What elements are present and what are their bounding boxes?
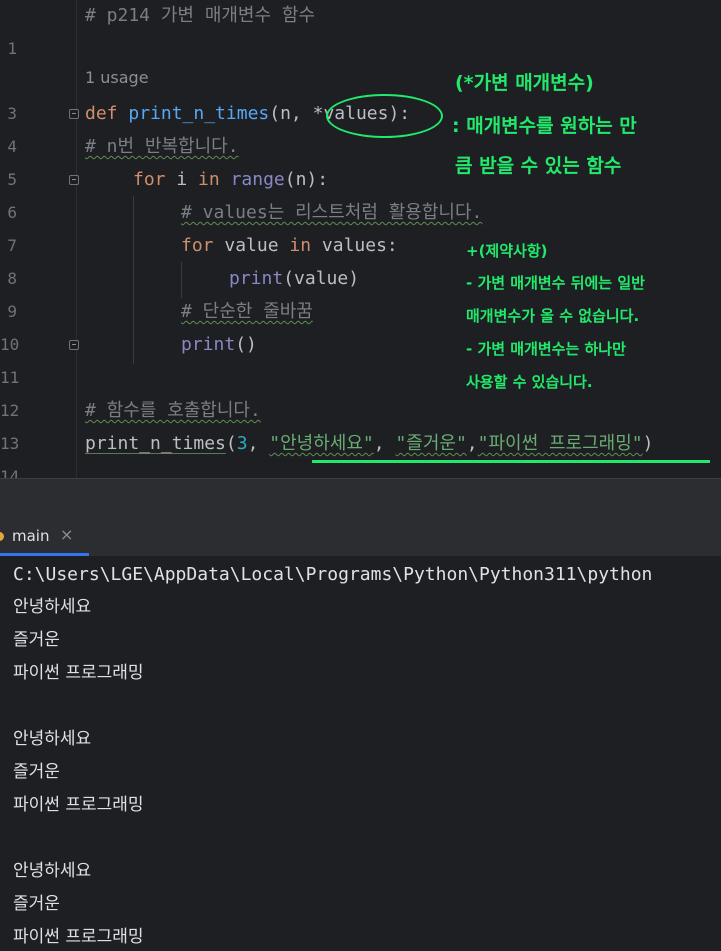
console-line: 파이썬 프로그래밍 — [13, 663, 144, 683]
indent-guide — [181, 262, 182, 298]
print-args: (value) — [283, 268, 360, 289]
code-line: for i in range(n): — [133, 163, 328, 196]
highlight-underline — [312, 460, 710, 463]
keyword-in: in — [198, 169, 220, 190]
console-command: C:\Users\LGE\AppData\Local\Programs\Pyth… — [13, 564, 653, 585]
keyword-def: def — [85, 103, 118, 124]
loop-var: i — [165, 169, 199, 190]
tab-label: main — [12, 527, 50, 545]
number-arg: 3 — [236, 433, 248, 454]
line-number-gutter: 1 3 4 5 6 7 8 9 10 11 12 13 14 — [0, 0, 77, 478]
console-line: 파이썬 프로그래밍 — [13, 795, 144, 815]
console-line: 즐거운 — [13, 762, 60, 782]
line-number: 14 — [0, 467, 20, 478]
keyword-for: for — [133, 169, 166, 190]
usage-hint[interactable]: 1 usage — [85, 68, 149, 87]
call-open: ( — [225, 433, 237, 454]
tab-main[interactable]: main × — [0, 518, 89, 556]
function-call: print_n_times — [85, 433, 226, 454]
fold-toggle-icon[interactable] — [69, 175, 79, 185]
comment: # 함수를 호출합니다. — [85, 400, 261, 421]
print-args: () — [235, 334, 257, 355]
line-number: 6 — [7, 203, 17, 222]
code-line: print() — [181, 328, 257, 361]
line-number: 1 — [7, 39, 17, 58]
annotation-desc: : 매개변수를 원하는 만 — [452, 115, 637, 137]
params-open: (n, — [269, 103, 313, 124]
loop-var: value — [213, 235, 290, 256]
code-line: # p214 가변 매개변수 함수 — [85, 0, 315, 32]
keyword-for: for — [181, 235, 214, 256]
annotation-constraint: 매개변수가 올 수 없습니다. — [466, 307, 640, 325]
panel-separator — [0, 478, 721, 519]
line-number: 10 — [0, 335, 20, 354]
annotation-constraint-title: +(제약사항) — [466, 242, 548, 260]
builtin-print: print — [181, 334, 236, 355]
line-number: 3 — [7, 104, 17, 123]
separator: , — [247, 433, 270, 454]
annotation-desc: 큼 받을 수 있는 함수 — [455, 155, 622, 177]
code-line: # 단순한 줄바꿈 — [181, 295, 313, 328]
comment: # p214 가변 매개변수 함수 — [85, 5, 316, 26]
code-line: # 함수를 호출합니다. — [85, 394, 261, 427]
console-line: 안녕하세요 — [13, 597, 92, 617]
fold-toggle-icon[interactable] — [69, 340, 79, 350]
loop-iterable: values: — [311, 235, 398, 256]
code-editor[interactable]: 1 3 4 5 6 7 8 9 10 11 12 13 14 # p214 가변… — [0, 0, 721, 478]
annotation-title: (*가변 매개변수) — [455, 72, 594, 94]
string-arg: "안녕하세요" — [269, 433, 374, 454]
string-arg: "즐거운" — [395, 433, 467, 454]
line-number — [0, 0, 17, 32]
builtin-range: range — [230, 169, 285, 190]
line-number: 9 — [7, 302, 17, 321]
builtin-print: print — [229, 268, 284, 289]
code-line: # values는 리스트처럼 활용합니다. — [181, 196, 482, 229]
annotation-constraint: 사용할 수 있습니다. — [466, 373, 593, 391]
close-icon[interactable]: × — [60, 525, 73, 544]
console-line: 즐거운 — [13, 894, 60, 914]
console-line: 파이썬 프로그래밍 — [13, 927, 144, 947]
console-line: 안녕하세요 — [13, 861, 92, 881]
line-number: 12 — [0, 401, 20, 420]
function-name: print_n_times — [128, 103, 270, 124]
annotation-constraint: - 가변 매개변수는 하나만 — [466, 340, 626, 358]
run-config-icon — [0, 532, 4, 541]
code-line: # n번 반복합니다. — [85, 130, 239, 163]
indent-guide — [133, 196, 134, 364]
run-tool-window-header: main × — [0, 518, 721, 557]
code-line: for value in values: — [181, 229, 398, 262]
console-line: 즐거운 — [13, 630, 60, 650]
range-args: (n): — [284, 169, 329, 190]
active-tab-indicator — [0, 553, 89, 556]
separator: , — [466, 433, 478, 454]
code-line: print_n_times(3, "안녕하세요", "즐거운","파이썬 프로그… — [85, 427, 653, 460]
comment: # 단순한 줄바꿈 — [181, 301, 313, 322]
separator: , — [373, 433, 396, 454]
line-number: 7 — [7, 236, 17, 255]
line-number: 8 — [7, 269, 17, 288]
comment: # n번 반복합니다. — [85, 136, 239, 157]
comment: # values는 리스트처럼 활용합니다. — [181, 202, 483, 223]
line-number: 5 — [7, 170, 17, 189]
string-arg: "파이썬 프로그래밍" — [477, 433, 643, 454]
run-console[interactable]: C:\Users\LGE\AppData\Local\Programs\Pyth… — [0, 557, 721, 951]
line-number: 11 — [0, 368, 20, 387]
highlight-ellipse — [326, 94, 443, 138]
keyword-in: in — [289, 235, 312, 256]
line-number: 4 — [7, 137, 17, 156]
annotation-constraint: - 가변 매개변수 뒤에는 일반 — [466, 274, 645, 292]
call-close: ) — [642, 433, 654, 454]
code-line: print(value) — [229, 262, 359, 295]
fold-toggle-icon[interactable] — [69, 109, 79, 119]
console-line: 안녕하세요 — [13, 729, 92, 749]
line-number: 13 — [0, 434, 20, 453]
